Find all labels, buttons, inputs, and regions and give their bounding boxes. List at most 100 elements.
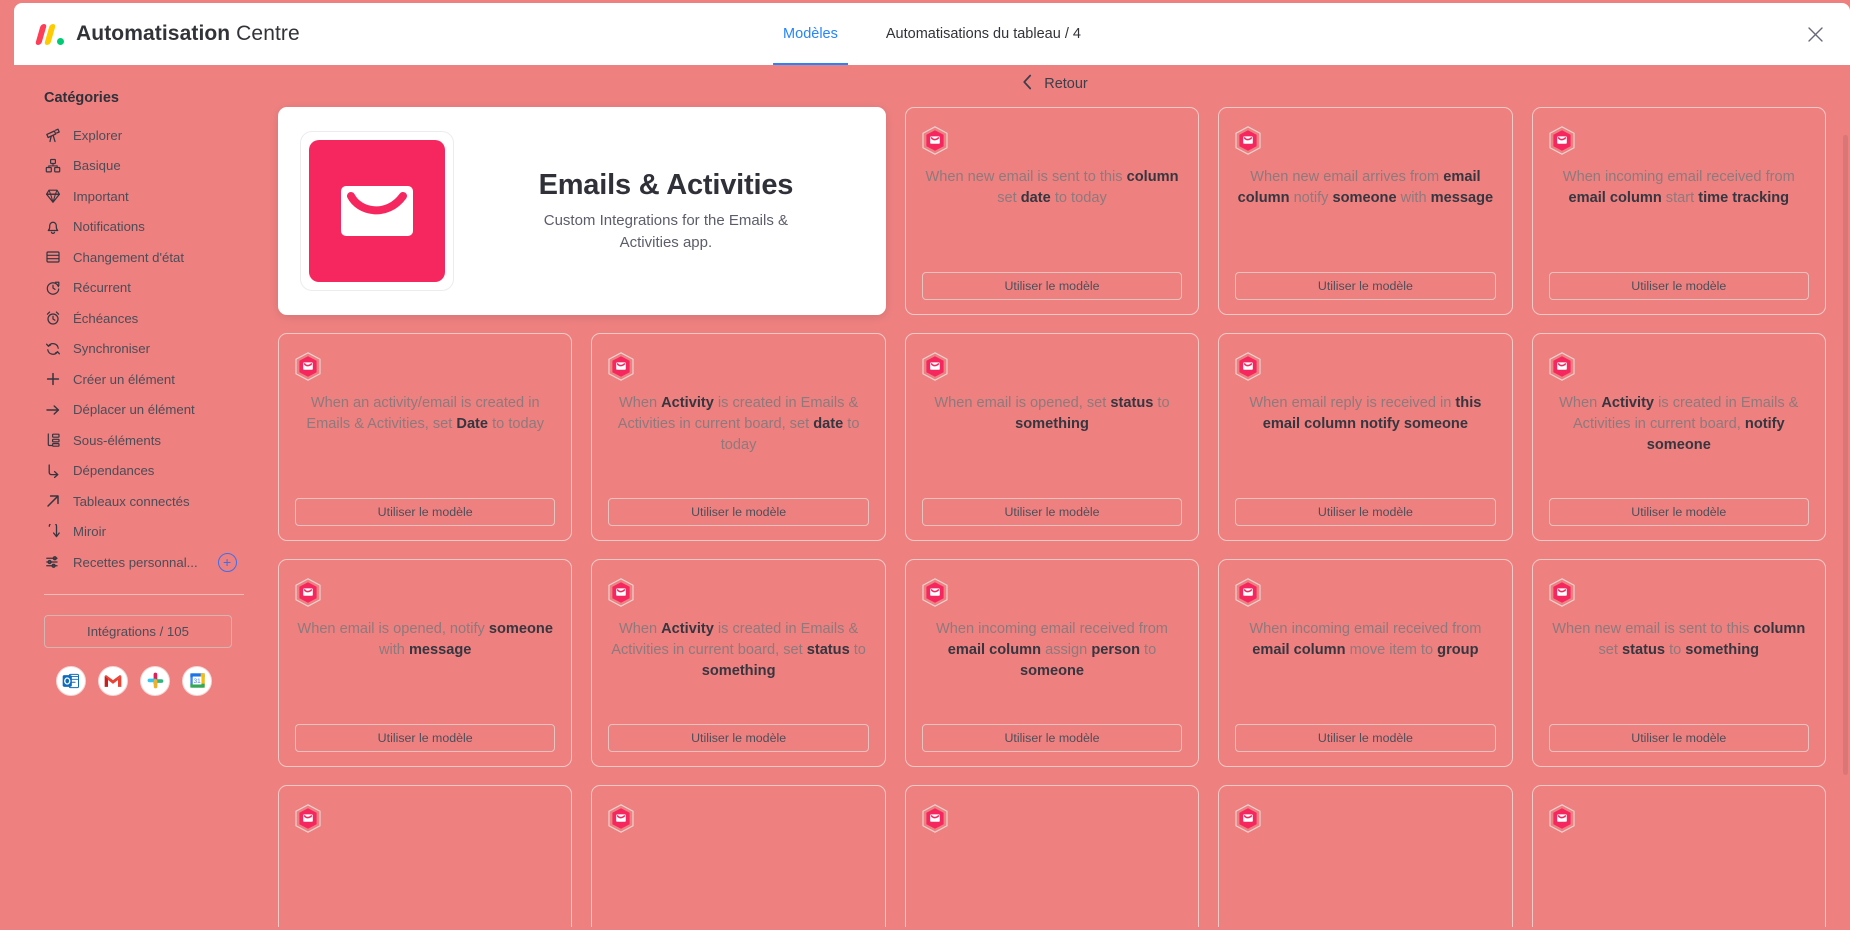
template-description: When new email is sent to this column se… <box>925 169 1179 207</box>
page-title: Automatisation Centre <box>76 22 300 46</box>
sidebar-item-label: Récurrent <box>73 280 131 296</box>
use-template-button[interactable]: Utiliser le modèle <box>295 724 556 752</box>
sidebar-item-label: Créer un élément <box>73 371 175 387</box>
sidebar-item-10[interactable]: Sous-éléments <box>28 425 260 456</box>
chevron-left-icon <box>1022 74 1033 94</box>
template-card[interactable]: When Activity is created in Emails & Act… <box>591 559 886 767</box>
use-template-button[interactable]: Utiliser le modèle <box>1235 498 1496 526</box>
modal-header: Automatisation Centre Modèles Automatisa… <box>14 3 1850 65</box>
template-card[interactable]: When Activity is created in Emails & Act… <box>591 333 886 541</box>
email-activities-badge-icon <box>1548 352 1575 381</box>
email-activities-badge-icon <box>1548 804 1575 833</box>
template-card[interactable]: When email is opened, set status to some… <box>904 333 1200 541</box>
outlook-icon[interactable] <box>56 665 86 696</box>
template-card[interactable]: When new email is sent to this column se… <box>904 107 1200 315</box>
add-custom-recipe-button[interactable]: + <box>217 552 237 572</box>
tab-automatisations-du-tableau[interactable]: Automatisations du tableau / 4 <box>862 3 1105 65</box>
template-card[interactable]: Utiliser le modèle <box>278 785 573 927</box>
sidebar-item-0[interactable]: Explorer <box>28 120 260 151</box>
sidebar-item-14[interactable]: Recettes personnal... + <box>28 547 260 578</box>
template-description: When incoming email received from email … <box>936 621 1168 680</box>
integrations-button[interactable]: Intégrations / 105 <box>44 614 232 648</box>
sidebar-item-9[interactable]: Déplacer un élément <box>28 395 260 426</box>
sidebar-item-8[interactable]: Créer un élément <box>28 364 260 395</box>
gmail-icon[interactable] <box>98 665 128 696</box>
sidebar-item-label: Tableaux connectés <box>73 493 190 509</box>
sidebar-item-4[interactable]: Changement d'état <box>28 242 260 273</box>
template-card[interactable]: Utiliser le modèle <box>591 785 886 927</box>
email-activities-badge-icon <box>1235 804 1261 833</box>
use-template-button[interactable]: Utiliser le modèle <box>295 498 556 526</box>
templates-scroll-area[interactable]: Emails & Activities Custom Integrations f… <box>260 107 1850 927</box>
template-card[interactable]: When incoming email received from email … <box>1531 107 1826 315</box>
use-template-button[interactable]: Utiliser le modèle <box>1548 272 1809 300</box>
sidebar-item-7[interactable]: Synchroniser <box>28 334 260 365</box>
email-activities-badge-icon <box>1235 352 1261 381</box>
template-card[interactable]: When new email arrives from email column… <box>1218 107 1513 315</box>
use-template-button[interactable]: Utiliser le modèle <box>1548 498 1809 526</box>
arrow-right-icon <box>44 401 61 418</box>
google-calendar-icon[interactable]: 31 <box>182 665 212 696</box>
alarm-clock-icon <box>44 310 61 327</box>
emails-activities-envelope-icon <box>309 140 445 282</box>
sidebar-item-6[interactable]: Échéances <box>28 303 260 334</box>
back-button[interactable]: Retour <box>1022 74 1088 94</box>
email-activities-badge-icon <box>922 578 948 607</box>
sidebar-item-13[interactable]: Miroir <box>28 517 260 548</box>
template-card[interactable]: Utiliser le modèle <box>1218 785 1513 927</box>
use-template-button[interactable]: Utiliser le modèle <box>1548 724 1809 752</box>
template-card[interactable]: When incoming email received from email … <box>904 559 1200 767</box>
integration-icons: 31 <box>56 665 260 696</box>
email-activities-badge-icon <box>922 126 948 155</box>
featured-app-body: Emails & Activities Custom Integrations f… <box>454 169 864 253</box>
sync-icon <box>44 340 61 357</box>
template-card[interactable]: When incoming email received from email … <box>1218 559 1513 767</box>
sidebar-item-5[interactable]: Récurrent <box>28 273 260 304</box>
use-template-button[interactable]: Utiliser le modèle <box>608 498 869 526</box>
template-description <box>608 833 868 927</box>
email-activities-badge-icon <box>295 352 321 381</box>
template-card[interactable]: Utiliser le modèle <box>1531 785 1826 927</box>
bell-icon <box>44 218 61 235</box>
template-card[interactable]: When new email is sent to this column se… <box>1531 559 1826 767</box>
email-activities-badge-icon <box>1235 126 1261 155</box>
use-template-button[interactable]: Utiliser le modèle <box>921 724 1183 752</box>
close-icon[interactable] <box>1802 21 1828 47</box>
svg-text:31: 31 <box>193 678 201 685</box>
sidebar-item-label: Recettes personnal... <box>73 554 198 570</box>
sidebar-item-label: Synchroniser <box>73 341 150 357</box>
template-description: When incoming email received from email … <box>1249 621 1482 659</box>
template-description <box>922 833 1182 927</box>
sidebar-item-12[interactable]: Tableaux connectés <box>28 486 260 517</box>
sidebar-item-11[interactable]: Dépendances <box>28 456 260 487</box>
categories-sidebar: Catégories Explorer Basique Important Notif… <box>14 65 260 927</box>
header-tabs: Modèles Automatisations du tableau / 4 <box>759 3 1105 65</box>
sliders-icon <box>44 554 61 571</box>
featured-app-subtitle: Custom Integrations for the Emails & Act… <box>543 212 789 251</box>
email-activities-badge-icon <box>608 578 634 607</box>
template-card[interactable]: Utiliser le modèle <box>904 785 1200 927</box>
sidebar-item-3[interactable]: Notifications <box>28 212 260 243</box>
sidebar-item-2[interactable]: Important <box>28 181 260 212</box>
use-template-button[interactable]: Utiliser le modèle <box>921 498 1183 526</box>
use-template-button[interactable]: Utiliser le modèle <box>1235 272 1496 300</box>
sidebar-item-label: Déplacer un élément <box>73 402 195 418</box>
brand: Automatisation Centre <box>34 22 300 46</box>
email-activities-badge-icon <box>922 352 948 381</box>
use-template-button[interactable]: Utiliser le modèle <box>1235 724 1496 752</box>
sidebar-divider <box>44 593 244 595</box>
use-template-button[interactable]: Utiliser le modèle <box>921 272 1183 300</box>
sidebar-item-1[interactable]: Basique <box>28 151 260 182</box>
template-card[interactable]: When email is opened, notify someone wit… <box>278 559 573 767</box>
template-description: When Activity is created in Emails & Act… <box>1559 395 1799 454</box>
tab-modeles[interactable]: Modèles <box>759 3 862 65</box>
telescope-icon <box>44 127 61 144</box>
scrollbar[interactable] <box>1843 135 1848 775</box>
template-card[interactable]: When email reply is received in this ema… <box>1218 333 1513 541</box>
use-template-button[interactable]: Utiliser le modèle <box>608 724 869 752</box>
templates-grid: Emails & Activities Custom Integrations f… <box>278 107 1826 927</box>
template-card[interactable]: When Activity is created in Emails & Act… <box>1531 333 1826 541</box>
sidebar-item-label: Sous-éléments <box>73 432 161 448</box>
template-card[interactable]: When an activity/email is created in Ema… <box>278 333 573 541</box>
slack-icon[interactable] <box>140 665 170 696</box>
